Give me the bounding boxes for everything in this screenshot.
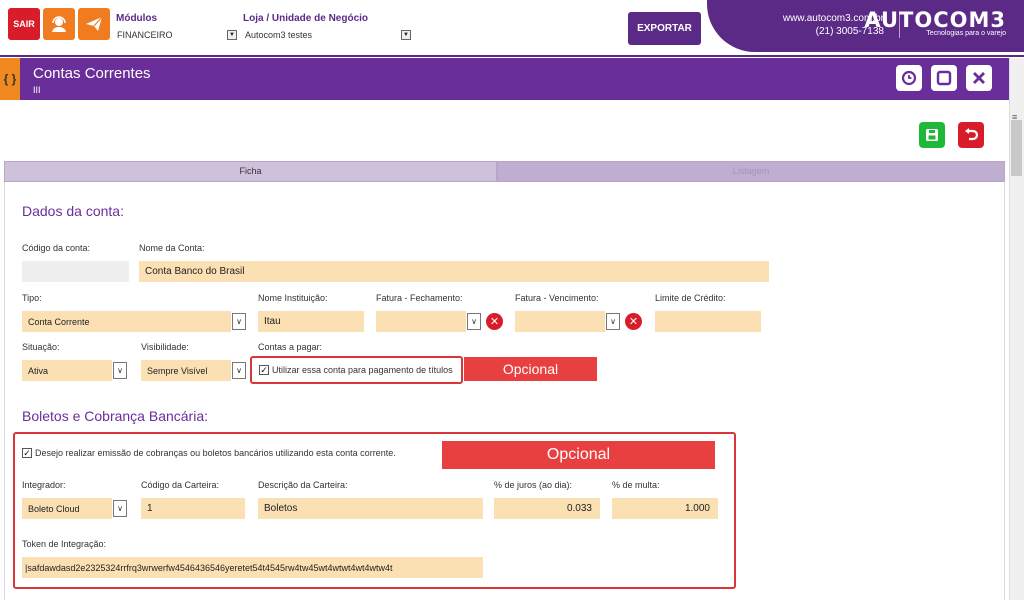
closing-date-select[interactable] — [376, 311, 466, 332]
chevron-down-icon: ∨ — [236, 366, 242, 375]
logout-label: SAIR — [13, 19, 35, 29]
billing-checkbox[interactable]: ✓ — [22, 448, 32, 458]
scrollbar-thumb[interactable] — [1011, 120, 1022, 176]
chevron-down-icon: ∨ — [610, 317, 616, 326]
interest-label: % de juros (ao dia): — [494, 480, 573, 490]
section-title-billing: Boletos e Cobrança Bancária: — [22, 408, 208, 424]
integrator-dropdown[interactable]: ∨ — [113, 500, 127, 517]
payables-check-label: Utilizar essa conta para pagamento de tí… — [272, 365, 453, 375]
credit-limit-field[interactable] — [655, 311, 761, 332]
title-bar — [0, 58, 1009, 100]
status-label: Situação: — [22, 342, 60, 352]
token-label: Token de Integração: — [22, 539, 107, 549]
clock-icon — [901, 70, 917, 86]
square-icon — [936, 70, 952, 86]
braces-icon[interactable]: { } — [0, 58, 20, 100]
clear-due-button[interactable]: ✕ — [625, 313, 642, 330]
fine-field[interactable]: 1.000 — [612, 498, 718, 519]
history-button[interactable] — [896, 65, 922, 91]
brand-logo: AUTOCOM3 Tecnologias para o varejo — [864, 8, 1006, 37]
visibility-dropdown[interactable]: ∨ — [232, 362, 246, 379]
chevron-down-icon: ▼ — [403, 32, 409, 38]
chevron-down-icon: ∨ — [236, 317, 242, 326]
payables-label: Contas a pagar: — [258, 342, 323, 352]
tab-listagem[interactable]: Listagem — [497, 161, 1005, 182]
closing-date-label: Fatura - Fechamento: — [376, 293, 463, 303]
wallet-code-field[interactable]: 1 — [141, 498, 245, 519]
modules-label: Módulos — [116, 13, 158, 24]
undo-icon — [965, 128, 979, 141]
wallet-desc-label: Descrição da Carteira: — [258, 480, 348, 490]
chevron-down-icon: ∨ — [117, 504, 123, 513]
fine-label: % de multa: — [612, 480, 660, 490]
send-button[interactable] — [78, 8, 110, 40]
chevron-down-icon: ∨ — [471, 317, 477, 326]
account-name-field[interactable]: Conta Banco do Brasil — [139, 261, 769, 282]
payables-checkbox[interactable]: ✓ — [259, 365, 269, 375]
credit-limit-label: Limite de Crédito: — [655, 293, 726, 303]
type-select[interactable]: Conta Corrente — [22, 311, 231, 332]
institution-label: Nome Instituição: — [258, 293, 328, 303]
status-dropdown[interactable]: ∨ — [113, 362, 127, 379]
chevron-down-icon: ▼ — [229, 32, 235, 38]
chevron-down-icon: ∨ — [117, 366, 123, 375]
store-value[interactable]: Autocom3 testes — [245, 30, 312, 40]
clear-closing-button[interactable]: ✕ — [486, 313, 503, 330]
modules-value[interactable]: FINANCEIRO — [117, 30, 173, 40]
optional-badge-2: Opcional — [442, 441, 715, 469]
brand-name: AUTOCOM3 — [864, 8, 1006, 32]
billing-check-label: Desejo realizar emissão de cobranças ou … — [35, 448, 396, 458]
headset-icon — [52, 16, 66, 32]
page-title: Contas Correntes — [33, 65, 151, 82]
close-button[interactable] — [966, 65, 992, 91]
tab-ficha[interactable]: Ficha — [4, 161, 497, 182]
store-label: Loja / Unidade de Negócio — [243, 13, 369, 24]
modules-dropdown[interactable]: ▼ — [227, 30, 237, 40]
account-name-label: Nome da Conta: — [139, 243, 205, 253]
section-title-account: Dados da conta: — [22, 203, 124, 219]
type-label: Tipo: — [22, 293, 42, 303]
due-date-label: Fatura - Vencimento: — [515, 293, 599, 303]
close-icon: ✕ — [628, 316, 639, 328]
wallet-desc-field[interactable]: Boletos — [258, 498, 483, 519]
type-dropdown[interactable]: ∨ — [232, 313, 246, 330]
logout-button[interactable]: SAIR — [8, 8, 40, 40]
closing-date-dropdown[interactable]: ∨ — [467, 313, 481, 330]
account-code-field[interactable] — [22, 261, 129, 282]
undo-button[interactable] — [958, 122, 984, 148]
support-button[interactable] — [43, 8, 75, 40]
status-select[interactable]: Ativa — [22, 360, 112, 381]
close-icon — [973, 72, 985, 84]
wallet-code-label: Código da Carteira: — [141, 480, 220, 490]
token-field[interactable]: |safdawdasd2e2325324rrfrq3wrwerfw4546436… — [22, 557, 483, 578]
menu-icon[interactable]: ≡ — [1012, 112, 1017, 122]
institution-field[interactable]: Itau — [258, 311, 364, 332]
visibility-select[interactable]: Sempre Visível — [141, 360, 231, 381]
due-date-dropdown[interactable]: ∨ — [606, 313, 620, 330]
interest-field[interactable]: 0.033 — [494, 498, 600, 519]
export-button[interactable]: EXPORTAR — [628, 12, 701, 45]
account-code-label: Código da conta: — [22, 243, 91, 253]
integrator-label: Integrador: — [22, 480, 66, 490]
paper-plane-icon — [86, 16, 103, 31]
visibility-label: Visibilidade: — [141, 342, 189, 352]
store-dropdown[interactable]: ▼ — [401, 30, 411, 40]
due-date-select[interactable] — [515, 311, 605, 332]
integrator-select[interactable]: Boleto Cloud — [22, 498, 112, 519]
close-icon: ✕ — [489, 316, 500, 328]
page-subtitle: III — [33, 85, 41, 95]
maximize-button[interactable] — [931, 65, 957, 91]
save-icon — [926, 129, 938, 141]
save-button[interactable] — [919, 122, 945, 148]
optional-badge-1: Opcional — [464, 357, 597, 381]
